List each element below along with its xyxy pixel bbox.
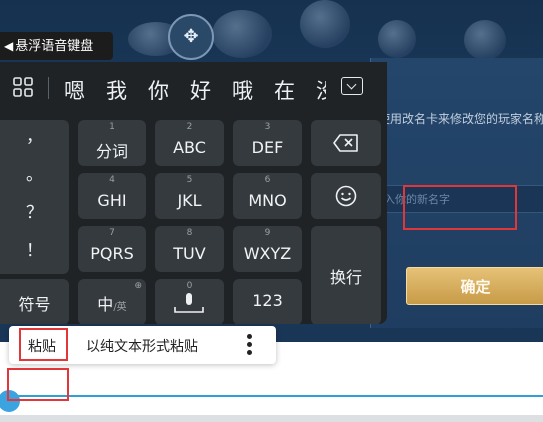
rename-hint: 使用改名卡来修改您的玩家名称（每3天 [378,112,543,126]
ime-keyboard: 嗯 我 你 好 哦 在 没 ， 。 ？ ！ 1分词 2ABC 3DEF 4GHI… [0,62,387,324]
language-switch-key[interactable]: 中/英 ⊕ [78,279,146,324]
key-8-tuv[interactable]: 8 TUV [155,226,224,272]
decor-orb [212,10,272,58]
globe-icon: ⊕ [134,281,142,291]
floating-voice-keyboard-label: 悬浮语音键盘 [15,39,94,54]
key-3-def[interactable]: 3 DEF [233,120,302,166]
highlight-box-cursor [7,368,69,401]
key-2-abc[interactable]: 2 ABC [155,120,224,166]
backspace-key[interactable] [311,120,381,166]
space-voice-key[interactable]: 0 [155,279,224,324]
enter-key[interactable]: 换行 [311,226,381,324]
key-5-jkl[interactable]: 5 JKL [155,173,224,219]
candidate-bar: 嗯 我 你 好 哦 在 没 [0,62,387,114]
highlight-box-paste [19,328,68,361]
key-7-pqrs[interactable]: 7 PQRS [78,226,146,272]
candidate-word[interactable]: 哦 [232,75,253,105]
grid-menu-icon[interactable] [12,76,34,98]
decor-orb [300,0,350,48]
confirm-button[interactable]: 确定 [406,267,543,305]
candidate-word[interactable]: 在 [274,75,295,105]
punct-exclaim[interactable]: ！ [0,236,69,261]
paste-as-plain-text-button[interactable]: 以纯文本形式粘贴 [86,336,198,356]
more-options-icon[interactable] [247,334,253,358]
punct-question[interactable]: ？ [0,198,69,223]
candidate-word[interactable]: 没 [316,75,326,105]
bottom-bar [0,415,543,422]
key-6-mno[interactable]: 6 MNO [233,173,302,219]
microphone-icon [174,293,204,313]
backspace-icon [333,134,358,152]
decor-orb [464,20,506,60]
candidate-word[interactable]: 好 [190,75,211,105]
punct-period[interactable]: 。 [0,160,69,185]
decor-orb [378,20,416,58]
key-4-ghi[interactable]: 4 GHI [78,173,146,219]
back-arrow-icon: ◀ [4,39,14,53]
candidate-word[interactable]: 我 [106,75,127,105]
input-underline [0,395,543,397]
divider [48,77,49,99]
lang-main: 中 [97,295,114,314]
lang-sub: /英 [113,302,127,313]
move-icon[interactable]: ✥ [168,14,214,60]
number-mode-key[interactable]: 123 [233,279,302,324]
emoji-key[interactable] [311,173,381,219]
floating-voice-keyboard-button[interactable]: ◀ 悬浮语音键盘 [0,32,113,60]
candidate-word[interactable]: 你 [148,75,169,105]
punct-comma[interactable]: ， [0,122,69,147]
key-1-segment[interactable]: 1 分词 [78,120,146,166]
emoji-icon [335,185,357,207]
key-9-wxyz[interactable]: 9 WXYZ [233,226,302,272]
highlight-box-name-input [403,185,517,230]
symbols-key[interactable]: 符号 [0,279,69,324]
punctuation-column: ， 。 ？ ！ [0,120,69,274]
candidate-word[interactable]: 嗯 [64,75,85,105]
collapse-keyboard-icon[interactable] [341,77,363,95]
